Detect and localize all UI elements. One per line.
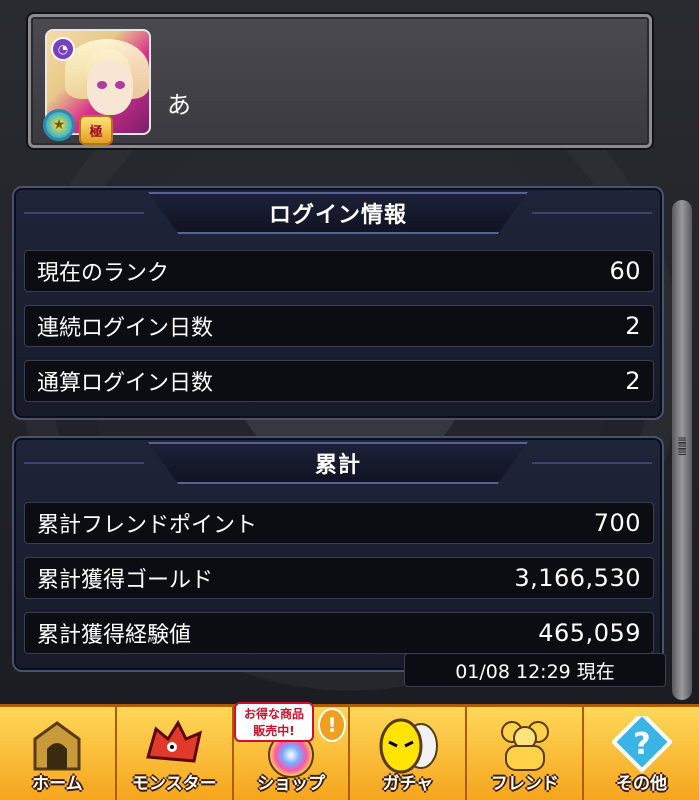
as-of-timestamp: 01/08 12:29 現在 [404, 653, 666, 687]
stat-row-friend-points: 累計フレンドポイント 700 [24, 502, 654, 544]
player-avatar[interactable]: ◔ ★ 極 [43, 29, 151, 145]
bottom-nav: ホーム モンスター ショップ ガチャ フレンド ? その他 [0, 704, 699, 800]
login-info-title: ログイン情報 [148, 192, 528, 234]
stat-label: 累計フレンドポイント [37, 513, 258, 538]
player-name: あ [167, 91, 191, 119]
home-gate-icon [22, 715, 92, 775]
stat-label: 累計獲得経験値 [37, 623, 192, 648]
shop-badge-line2: 販売中! [253, 724, 295, 738]
stat-value: 3,166,530 [514, 564, 641, 592]
gacha-egg-icon [373, 715, 443, 775]
stat-row-gold: 累計獲得ゴールド 3,166,530 [24, 557, 654, 599]
nav-gacha[interactable]: ガチャ [350, 707, 468, 800]
nav-label: ショップ [257, 774, 326, 794]
svg-text:?: ? [633, 727, 650, 762]
stat-value: 60 [609, 257, 641, 285]
stat-row-consecutive-login: 連続ログイン日数 2 [24, 305, 654, 347]
header-divider-right [532, 462, 652, 464]
nav-home[interactable]: ホーム [0, 707, 117, 800]
header-divider-right [532, 212, 652, 214]
nav-monster[interactable]: モンスター [116, 707, 234, 800]
header-divider-left [24, 212, 144, 214]
totals-title: 累計 [148, 442, 528, 484]
clock-badge-icon: ◔ [51, 37, 75, 61]
nav-label: その他 [616, 774, 668, 794]
login-info-panel: ログイン情報 現在のランク 60 連続ログイン日数 2 通算ログイン日数 2 [12, 186, 664, 420]
stat-value: 700 [593, 509, 641, 537]
question-icon: ? [607, 715, 677, 775]
stat-row-experience: 累計獲得経験値 465,059 [24, 612, 654, 654]
stat-label: 通算ログイン日数 [37, 371, 214, 396]
shop-badge-line1: お得な商品 [243, 707, 304, 721]
stat-row-total-login: 通算ログイン日数 2 [24, 360, 654, 402]
shop-sale-badge[interactable]: お得な商品 販売中! [234, 702, 314, 742]
nav-friend[interactable]: フレンド [467, 707, 585, 800]
nav-label: フレンド [490, 774, 559, 794]
nav-other[interactable]: ? その他 [584, 707, 699, 800]
stat-label: 累計獲得ゴールド [37, 568, 214, 593]
element-star-icon: ★ [43, 109, 75, 141]
alert-icon: ! [318, 708, 346, 742]
stat-label: 連続ログイン日数 [37, 316, 214, 341]
scrollbar-grip-icon[interactable]: ≡ ≡ ≡ [676, 434, 688, 463]
avatar-face [87, 61, 133, 115]
avatar-eye-left [97, 81, 107, 89]
nav-label: ガチャ [382, 774, 434, 794]
nav-label: モンスター [131, 774, 217, 794]
totals-panel: 累計 累計フレンドポイント 700 累計獲得ゴールド 3,166,530 累計獲… [12, 436, 664, 672]
header-divider-left [24, 462, 144, 464]
friend-icon [490, 715, 560, 775]
stat-label: 現在のランク [37, 261, 170, 286]
monster-icon [139, 715, 209, 775]
profile-card[interactable]: ◔ ★ 極 あ [28, 14, 652, 148]
stat-value: 2 [625, 312, 641, 340]
avatar-eye-right [115, 81, 125, 89]
stat-value: 2 [625, 367, 641, 395]
rank-badge: 極 [79, 115, 113, 145]
nav-label: ホーム [32, 774, 83, 794]
stat-row-current-rank: 現在のランク 60 [24, 250, 654, 292]
stat-value: 465,059 [538, 619, 641, 647]
